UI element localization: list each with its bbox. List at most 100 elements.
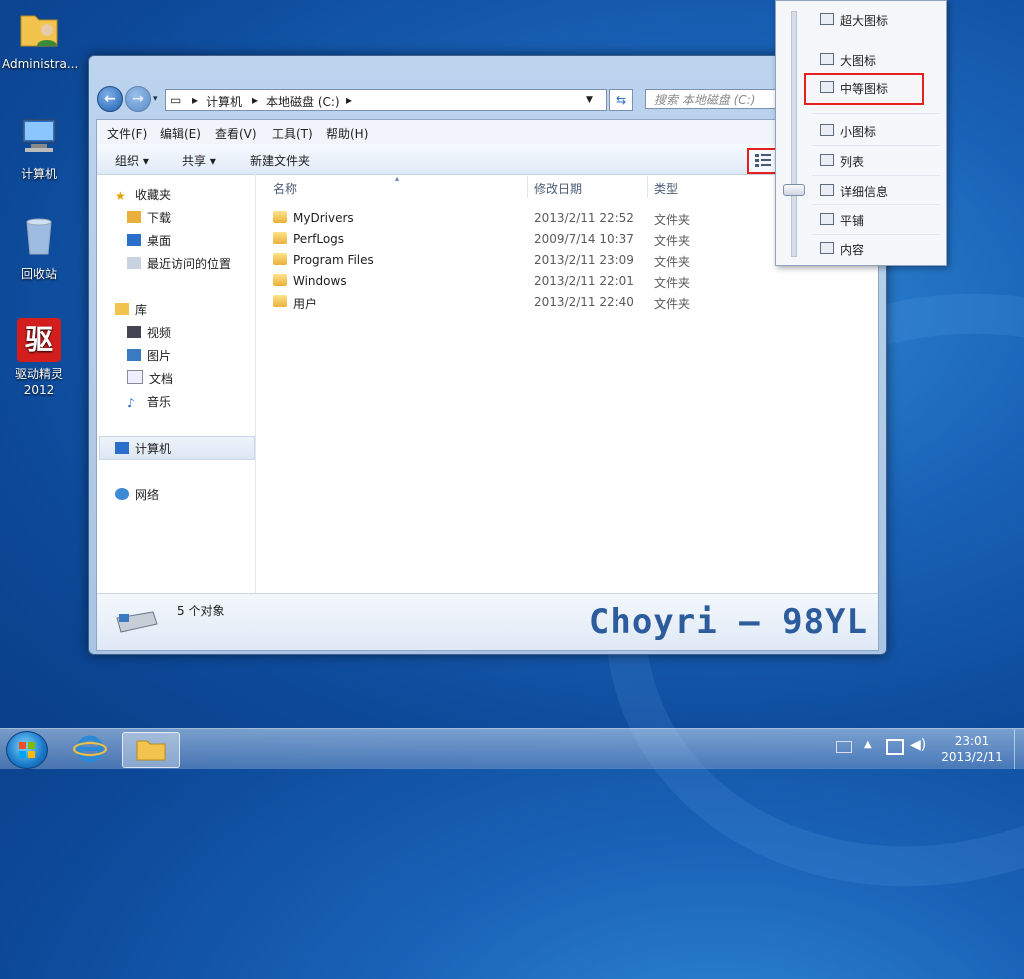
menu-help[interactable]: 帮助(H) <box>326 125 368 142</box>
view-option-details[interactable]: 详细信息 <box>812 179 942 201</box>
file-type: 文件夹 <box>654 234 691 248</box>
sidebar-item-music[interactable]: ♪ 音乐 <box>127 393 171 411</box>
file-type: 文件夹 <box>654 213 691 227</box>
file-name: Program Files <box>293 253 374 267</box>
column-header-date[interactable]: 修改日期 <box>534 180 582 197</box>
breadcrumb-drive[interactable]: 本地磁盘 (C:) <box>266 93 340 110</box>
sidebar-item-label: 图片 <box>147 349 172 363</box>
sidebar-item-label: 下载 <box>147 211 172 225</box>
back-button[interactable]: ← <box>97 86 123 112</box>
sidebar-item-desktop[interactable]: 桌面 <box>127 232 171 250</box>
refresh-button[interactable]: ⇆ <box>609 89 633 111</box>
forward-arrow-icon: → <box>132 91 144 107</box>
sidebar-item-computer[interactable]: 计算机 <box>115 440 171 458</box>
file-date: 2013/2/11 22:01 <box>534 274 634 288</box>
column-divider[interactable] <box>527 176 528 198</box>
view-size-slider-thumb[interactable] <box>783 184 805 196</box>
driver-genius-icon: 驱 <box>17 318 61 362</box>
breadcrumb-computer[interactable]: 计算机 <box>206 93 242 110</box>
medium-icons-icon <box>820 81 834 93</box>
sidebar-item-label: 计算机 <box>135 442 172 456</box>
item-count: 5 个对象 <box>177 604 225 618</box>
column-header-name[interactable]: 名称 <box>273 180 297 197</box>
new-folder-button[interactable]: 新建文件夹 <box>250 152 310 169</box>
file-type: 文件夹 <box>654 297 691 311</box>
folder-icon <box>136 740 166 761</box>
sidebar-item-label: 最近访问的位置 <box>147 257 232 271</box>
breadcrumb-separator-icon[interactable]: ▸ <box>346 93 352 107</box>
desktop-icon-recycle[interactable]: 回收站 <box>2 214 76 282</box>
file-row[interactable]: PerfLogs 2009/7/14 10:37 文件夹 <box>269 230 729 250</box>
downloads-folder-icon <box>127 211 141 223</box>
view-option-medium-icons[interactable]: 中等图标 <box>812 76 942 98</box>
share-button[interactable]: 共享 ▾ <box>182 152 216 169</box>
file-date: 2013/2/11 22:52 <box>534 211 634 225</box>
desktop-icon-computer[interactable]: 计算机 <box>2 114 76 182</box>
file-date: 2013/2/11 22:40 <box>534 295 634 309</box>
drive-icon: ▭ <box>170 93 182 107</box>
view-option-small-icons[interactable]: 小图标 <box>812 119 942 141</box>
column-header-type[interactable]: 类型 <box>654 180 678 197</box>
menu-view[interactable]: 查看(V) <box>215 125 257 142</box>
menu-file[interactable]: 文件(F) <box>107 125 147 142</box>
sidebar-item-downloads[interactable]: 下载 <box>127 209 171 227</box>
column-divider[interactable] <box>647 176 648 198</box>
address-dropdown-icon[interactable]: ▼ <box>586 95 593 105</box>
breadcrumb-separator-icon[interactable]: ▸ <box>192 93 198 107</box>
desktop-icon-label: Administra... <box>2 57 79 71</box>
command-bar: 组织 ▾ 共享 ▾ 新建文件夹 <box>97 144 878 175</box>
file-row[interactable]: 用户 2013/2/11 22:40 文件夹 <box>269 293 729 313</box>
taskbar-explorer[interactable] <box>122 732 180 768</box>
volume-icon[interactable]: ◀) <box>910 737 926 753</box>
keyboard-icon[interactable] <box>836 741 852 753</box>
show-desktop-button[interactable] <box>1014 729 1024 769</box>
recycle-bin-icon <box>26 218 52 255</box>
view-option-tiles[interactable]: 平铺 <box>812 208 942 230</box>
file-name: Windows <box>293 274 347 288</box>
file-row[interactable]: Windows 2013/2/11 22:01 文件夹 <box>269 272 729 292</box>
desktop-icon-admin[interactable]: Administra... <box>2 6 79 71</box>
clock[interactable]: 23:01 2013/2/11 <box>934 733 1010 765</box>
recent-pages-dropdown-icon[interactable]: ▾ <box>153 94 158 104</box>
details-icon <box>820 184 834 196</box>
forward-button[interactable]: → <box>125 86 151 112</box>
show-hidden-icons-button[interactable]: ▲ <box>864 739 872 750</box>
start-button[interactable] <box>6 731 48 769</box>
organize-button[interactable]: 组织 ▾ <box>115 152 149 169</box>
search-input[interactable]: 搜索 本地磁盘 (C:) <box>645 89 785 109</box>
desktop-icon-driver[interactable]: 驱 驱动精灵 2012 <box>2 318 76 398</box>
menu-separator <box>812 234 940 235</box>
view-option-list[interactable]: 列表 <box>812 149 942 171</box>
folder-icon <box>273 253 287 265</box>
menu-tools[interactable]: 工具(T) <box>272 125 313 142</box>
sidebar-item-label: 库 <box>135 303 148 317</box>
clock-date: 2013/2/11 <box>941 750 1003 764</box>
back-arrow-icon: ← <box>104 91 116 107</box>
file-row[interactable]: Program Files 2013/2/11 23:09 文件夹 <box>269 251 729 271</box>
breadcrumb-separator-icon[interactable]: ▸ <box>252 93 258 107</box>
watermark-text: Choyri — 98YL <box>588 602 868 642</box>
sidebar-item-documents[interactable]: 文档 <box>127 370 173 388</box>
sidebar-item-label: 桌面 <box>147 234 172 248</box>
view-option-label: 内容 <box>840 243 865 257</box>
view-size-slider-track[interactable] <box>791 11 797 257</box>
sidebar-favorites[interactable]: ★ 收藏夹 <box>115 186 171 204</box>
network-tray-icon[interactable] <box>886 739 904 755</box>
sidebar-item-network[interactable]: 网络 <box>115 486 159 504</box>
sidebar-libraries[interactable]: 库 <box>115 301 147 319</box>
taskbar-internet-explorer[interactable] <box>62 732 118 766</box>
view-option-extra-large-icons[interactable]: 超大图标 <box>812 8 942 30</box>
sidebar-item-pictures[interactable]: 图片 <box>127 347 171 365</box>
folder-icon <box>273 295 287 307</box>
network-icon <box>115 488 129 500</box>
view-option-large-icons[interactable]: 大图标 <box>812 48 942 70</box>
view-option-content[interactable]: 内容 <box>812 237 942 259</box>
sidebar-item-recent[interactable]: 最近访问的位置 <box>127 255 231 273</box>
sidebar-item-videos[interactable]: 视频 <box>127 324 171 342</box>
library-icon <box>115 303 129 315</box>
menu-edit[interactable]: 编辑(E) <box>160 125 201 142</box>
content-icon <box>820 242 834 254</box>
file-row[interactable]: MyDrivers 2013/2/11 22:52 文件夹 <box>269 209 729 229</box>
view-option-label: 中等图标 <box>840 82 889 96</box>
address-bar[interactable]: ▭ ▸ 计算机 ▸ 本地磁盘 (C:) ▸ ▼ <box>165 89 607 111</box>
